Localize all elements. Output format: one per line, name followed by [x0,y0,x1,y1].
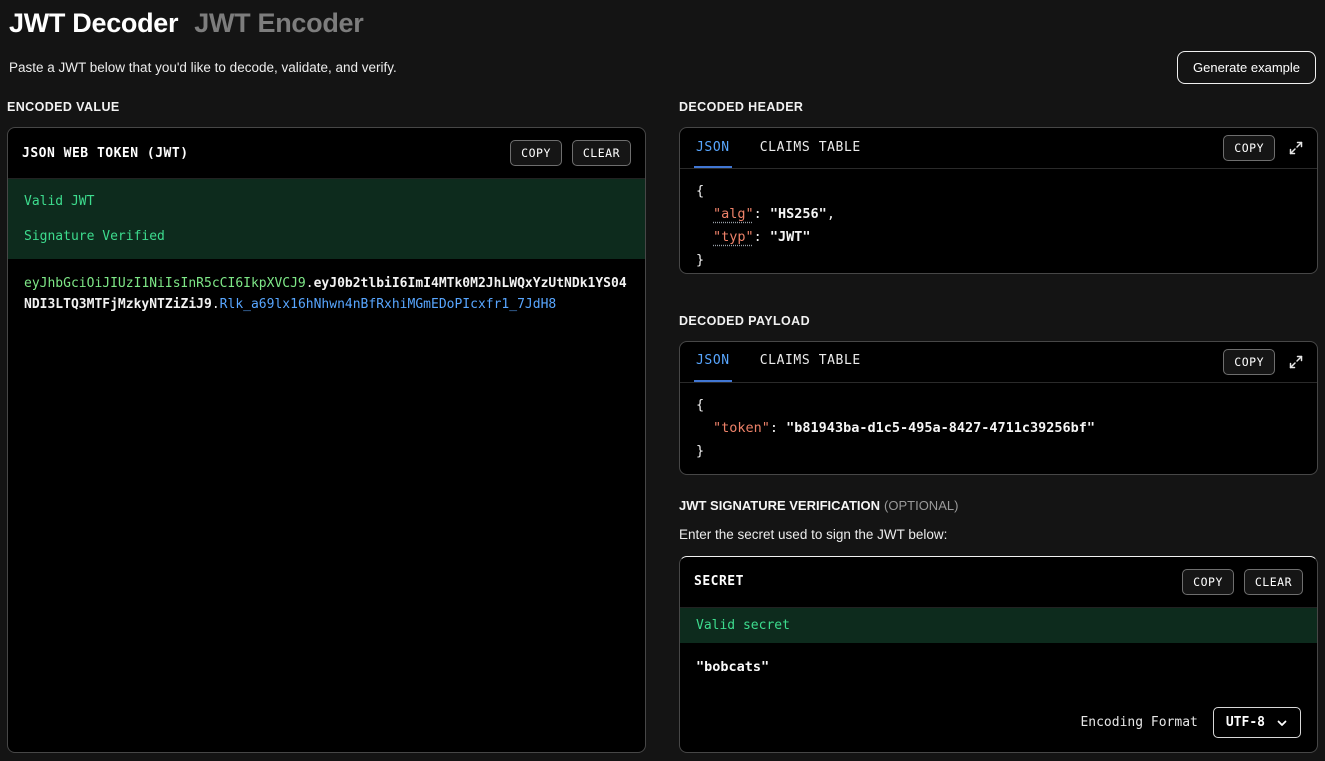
encoding-format-value: UTF-8 [1226,715,1265,730]
json-comma: , [827,206,835,222]
decoded-header-actions: COPY [1223,128,1303,168]
decoded-payload-tabs: JSON CLAIMS TABLE [694,342,863,382]
json-line: "alg": "HS256", [696,203,1301,226]
encoding-format-label: Encoding Format [1080,715,1197,730]
decoded-header-label: DECODED HEADER [679,100,1318,114]
tab-payload-json[interactable]: JSON [694,342,732,382]
decoded-payload-tabbar: JSON CLAIMS TABLE COPY [680,342,1317,383]
encoded-card-actions: COPY CLEAR [510,140,631,166]
json-colon: : [754,206,770,222]
secret-instruction: Enter the secret used to sign the JWT be… [679,527,1318,542]
signature-verification-optional: (OPTIONAL) [884,498,958,513]
claim-value-typ: "JWT" [770,229,811,245]
encoding-format-select[interactable]: UTF-8 [1213,707,1301,738]
claim-value-alg: "HS256" [770,206,827,222]
json-line: } [696,249,1301,272]
encoded-card-header: JSON WEB TOKEN (JWT) COPY CLEAR [8,128,645,179]
json-line: { [696,394,1301,417]
decoded-payload-card: JSON CLAIMS TABLE COPY { "token": "b8194… [679,341,1318,475]
decoded-payload-actions: COPY [1223,342,1303,382]
chevron-down-icon [1276,717,1288,729]
jwt-valid-status: Valid JWT [24,194,629,209]
decoded-header-copy-button[interactable]: COPY [1223,135,1275,161]
signature-verification-title: JWT SIGNATURE VERIFICATION (OPTIONAL) [679,498,1318,513]
tab-payload-claims-table[interactable]: CLAIMS TABLE [758,342,863,382]
jwt-token-header-part: eyJhbGciOiJIUzI1NiIsInR5cCI6IkpXVCJ9 [24,276,306,291]
app-title-tabs: JWT Decoder JWT Encoder [7,6,1318,39]
json-brace: { [696,397,704,413]
claim-key-token: "token" [713,420,770,436]
json-colon: : [770,420,786,436]
decoded-payload-label: DECODED PAYLOAD [679,314,1318,328]
secret-card-header: SECRET COPY CLEAR [680,557,1317,608]
decoded-payload-expand-icon[interactable] [1289,355,1303,369]
page-subtitle: Paste a JWT below that you'd like to dec… [9,60,397,75]
tab-jwt-encoder[interactable]: JWT Encoder [194,8,363,39]
jwt-token-separator: . [212,297,220,312]
json-line: "typ": "JWT" [696,226,1301,249]
subtitle-row: Paste a JWT below that you'd like to dec… [7,51,1318,84]
decoded-payload-copy-button[interactable]: COPY [1223,349,1275,375]
encoded-value-label: ENCODED VALUE [7,100,646,114]
jwt-decoder-page: JWT Decoder JWT Encoder Paste a JWT belo… [0,0,1325,761]
main-content: ENCODED VALUE JSON WEB TOKEN (JWT) COPY … [7,100,1318,753]
decoded-header-card: JSON CLAIMS TABLE COPY { "alg": "HS256",… [679,127,1318,274]
json-brace: { [696,183,704,199]
jwt-status-strip: Valid JWT Signature Verified [8,179,645,259]
json-brace: } [696,443,704,459]
json-brace: } [696,252,704,268]
json-colon: : [754,229,770,245]
secret-status: Valid secret [680,608,1317,643]
secret-copy-button[interactable]: COPY [1182,569,1234,595]
secret-card: SECRET COPY CLEAR Valid secret "bobcats"… [679,556,1318,753]
secret-clear-button[interactable]: CLEAR [1244,569,1303,595]
claim-value-token: "b81943ba-d1c5-495a-8427-4711c39256bf" [786,420,1095,436]
jwt-card-title: JSON WEB TOKEN (JWT) [22,146,189,161]
decoded-header-tabbar: JSON CLAIMS TABLE COPY [680,128,1317,169]
decoded-header-json: { "alg": "HS256", "typ": "JWT" } [680,169,1317,274]
secret-card-actions: COPY CLEAR [1182,569,1303,595]
secret-card-title: SECRET [694,574,744,589]
signature-verification-title-text: JWT SIGNATURE VERIFICATION [679,498,880,513]
tab-header-claims-table[interactable]: CLAIMS TABLE [758,128,863,168]
decoded-column: DECODED HEADER JSON CLAIMS TABLE COPY [679,100,1318,753]
secret-footer: Encoding Format UTF-8 [680,695,1317,752]
encoded-column: ENCODED VALUE JSON WEB TOKEN (JWT) COPY … [7,100,646,753]
json-line: "token": "b81943ba-d1c5-495a-8427-4711c3… [696,417,1301,440]
encoded-clear-button[interactable]: CLEAR [572,140,631,166]
generate-example-button[interactable]: Generate example [1177,51,1316,84]
json-line: { [696,180,1301,203]
claim-key-alg[interactable]: "alg" [713,206,754,222]
json-line: } [696,440,1301,463]
jwt-token-separator: . [306,276,314,291]
jwt-token-input[interactable]: eyJhbGciOiJIUzI1NiIsInR5cCI6IkpXVCJ9.eyJ… [8,259,645,752]
jwt-signature-status: Signature Verified [24,229,629,244]
jwt-token-signature-part: Rlk_a69lx16hNhwn4nBfRxhiMGmEDoPIcxfr1_7J… [220,297,557,312]
tab-jwt-decoder[interactable]: JWT Decoder [9,8,178,39]
encoded-copy-button[interactable]: COPY [510,140,562,166]
tab-header-json[interactable]: JSON [694,128,732,168]
decoded-payload-json: { "token": "b81943ba-d1c5-495a-8427-4711… [680,383,1317,475]
encoded-value-card: JSON WEB TOKEN (JWT) COPY CLEAR Valid JW… [7,127,646,753]
secret-input[interactable]: "bobcats" [680,643,1317,695]
decoded-header-expand-icon[interactable] [1289,141,1303,155]
decoded-header-tabs: JSON CLAIMS TABLE [694,128,863,168]
claim-key-typ[interactable]: "typ" [713,229,754,245]
